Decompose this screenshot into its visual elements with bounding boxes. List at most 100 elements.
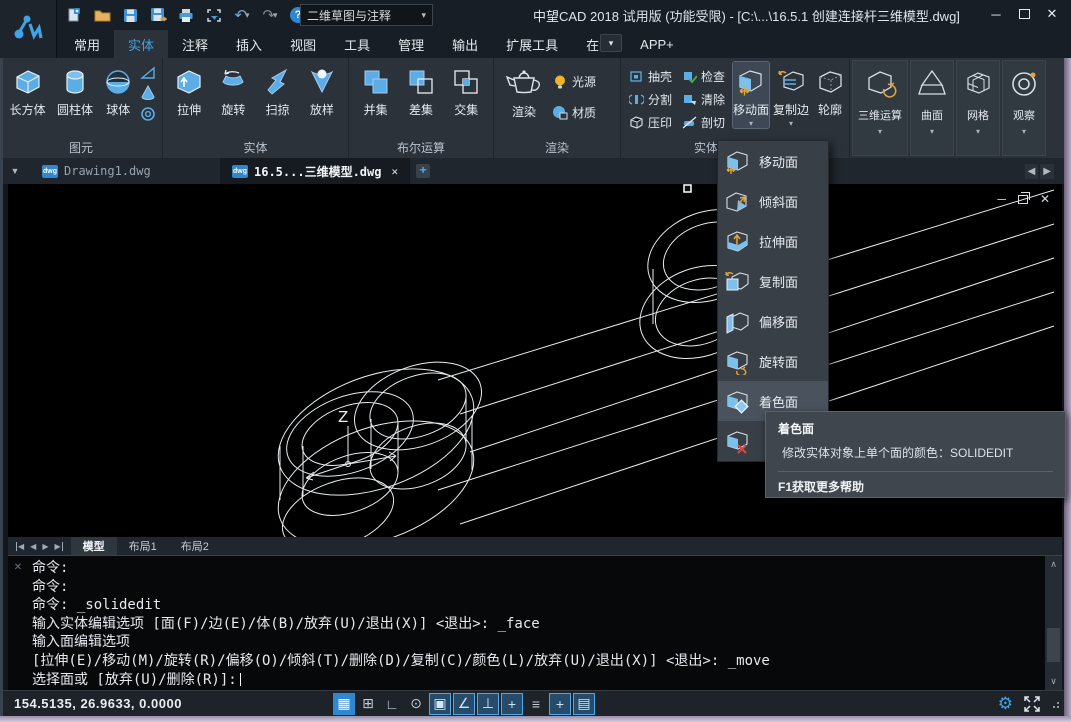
tab-shiti[interactable]: 实体 (114, 30, 168, 58)
settings-button[interactable]: ⚙ (998, 694, 1013, 714)
redo-caret-icon[interactable]: ▾ (273, 10, 278, 21)
torus-icon[interactable] (140, 106, 156, 122)
doc-tab-scroll-left[interactable]: ◀ (1025, 164, 1039, 179)
tab-shuchu[interactable]: 输出 (438, 30, 492, 58)
check-button[interactable]: 检查 (680, 65, 727, 88)
command-scrollbar[interactable]: ∧ ∨ (1045, 556, 1062, 690)
render-button[interactable]: 渲染 (498, 62, 550, 120)
cone-icon[interactable] (140, 85, 156, 101)
dyn-input-toggle[interactable]: + (501, 693, 523, 715)
outline-button[interactable]: 轮廓 (813, 62, 847, 118)
union-button[interactable]: 并集 (355, 62, 397, 118)
shell-button[interactable]: 抽壳 (627, 65, 674, 88)
sphere-button[interactable]: 球体 (99, 62, 138, 118)
undo-button[interactable]: ↶▾ (230, 4, 254, 26)
grid-toggle[interactable]: ▦ (333, 693, 355, 715)
material-button[interactable]: 材质 (550, 101, 598, 124)
observe-button[interactable]: 观察 ▾ (1002, 60, 1046, 156)
ducs-toggle[interactable]: ⊥ (477, 693, 499, 715)
menu-item-extrude-face[interactable]: 拉伸面 (718, 221, 828, 261)
grip-point[interactable] (684, 185, 691, 192)
wedge-icon[interactable] (140, 66, 156, 80)
menu-item-move-face[interactable]: 移动面 (718, 141, 828, 181)
layout-nav-first[interactable]: ◀ (16, 542, 24, 551)
menu-item-offset-face[interactable]: 偏移面 (718, 301, 828, 341)
redo-button[interactable]: ↷▾ (258, 4, 282, 26)
command-prompt[interactable]: 选择面或 [放弃(U)/删除(R)]: (32, 671, 1041, 690)
tab-changyong[interactable]: 常用 (60, 30, 114, 58)
tab-kuozhangongju[interactable]: 扩展工具 (492, 30, 572, 58)
workspace-selector[interactable]: 二维草图与注释 ▾ (300, 4, 433, 26)
open-file-button[interactable] (90, 4, 114, 26)
minimize-button[interactable]: ─ (987, 5, 1005, 23)
3d-operations-caret-icon[interactable]: ▾ (878, 127, 882, 136)
save-button[interactable] (118, 4, 142, 26)
polar-toggle[interactable]: ⊙ (405, 693, 427, 715)
print-button[interactable] (174, 4, 198, 26)
imprint-button[interactable]: 压印 (627, 111, 674, 134)
app-logo[interactable] (0, 0, 57, 58)
fullscreen-button[interactable] (1023, 695, 1041, 713)
otrack-toggle[interactable]: ∠ (453, 693, 475, 715)
sweep-button[interactable]: 扫掠 (256, 62, 300, 118)
cylinder-button[interactable]: 圆柱体 (51, 62, 98, 118)
light-button[interactable]: 光源 (550, 70, 598, 93)
extrude-button[interactable]: 拉伸 (167, 62, 211, 118)
move-face-caret-icon[interactable]: ▾ (749, 119, 753, 128)
doc-close-button[interactable]: ✕ (1040, 192, 1050, 206)
maximize-button[interactable] (1015, 5, 1033, 23)
tab-zhushi[interactable]: 注释 (168, 30, 222, 58)
menu-item-taper-face[interactable]: 倾斜面 (718, 181, 828, 221)
menu-item-copy-face[interactable]: 复制面 (718, 261, 828, 301)
close-button[interactable]: ✕ (1043, 5, 1061, 23)
new-file-button[interactable] (62, 4, 86, 26)
ribbon-collapse-button[interactable]: ▾ (600, 34, 622, 52)
osnap-toggle[interactable]: ▣ (429, 693, 451, 715)
doc-tab-close-icon[interactable]: ✕ (391, 165, 398, 178)
doc-minimize-button[interactable]: ─ (997, 192, 1006, 206)
subtract-button[interactable]: 差集 (400, 62, 442, 118)
undo-caret-icon[interactable]: ▾ (245, 10, 250, 21)
copy-edge-caret-icon[interactable]: ▾ (789, 119, 793, 128)
doc-restore-button[interactable] (1018, 195, 1028, 204)
scroll-up-icon[interactable]: ∧ (1050, 556, 1057, 570)
slice-button[interactable]: 剖切 (680, 111, 727, 134)
layout-nav-prev[interactable]: ◀ (30, 542, 36, 551)
3d-operations-button[interactable]: 三维运算 ▾ (852, 60, 908, 156)
command-close-icon[interactable]: ✕ (14, 562, 22, 573)
new-doc-tab-button[interactable]: + (410, 158, 436, 184)
preview-button[interactable] (202, 4, 226, 26)
resize-grip[interactable] (1051, 700, 1059, 708)
tab-guanli[interactable]: 管理 (384, 30, 438, 58)
tab-model-space[interactable]: 模型 (71, 537, 117, 555)
scrollbar-thumb[interactable] (1047, 628, 1060, 662)
tab-shitu[interactable]: 视图 (276, 30, 330, 58)
doc-tab-menu-button[interactable]: ▼ (0, 158, 30, 184)
scroll-down-icon[interactable]: ∨ (1050, 676, 1057, 690)
tab-app-plus[interactable]: APP+ (626, 30, 688, 58)
revolve-button[interactable]: 旋转 (211, 62, 255, 118)
move-face-button[interactable]: 移动面 ▾ (733, 62, 769, 128)
doc-tab-scroll-right[interactable]: ▶ (1040, 164, 1054, 179)
surface-button[interactable]: 曲面 ▾ (910, 60, 954, 156)
box-button[interactable]: 长方体 (4, 62, 51, 118)
mesh-caret-icon[interactable]: ▾ (976, 127, 980, 136)
ortho-toggle[interactable]: ∟ (381, 693, 403, 715)
clean-button[interactable]: 清除 (680, 88, 727, 111)
doc-tab-model[interactable]: dwg 16.5...三维模型.dwg ✕ (220, 158, 410, 184)
loft-button[interactable]: 放样 (300, 62, 344, 118)
separate-button[interactable]: 分割 (627, 88, 674, 111)
tab-gongju[interactable]: 工具 (330, 30, 384, 58)
viewport-toggle[interactable]: ▤ (573, 693, 595, 715)
save-as-button[interactable] (146, 4, 170, 26)
tab-layout1[interactable]: 布局1 (117, 537, 169, 555)
mesh-button[interactable]: 网格 ▾ (956, 60, 1000, 156)
intersect-button[interactable]: 交集 (445, 62, 487, 118)
tab-layout2[interactable]: 布局2 (169, 537, 221, 555)
copy-edge-button[interactable]: 复制边 ▾ (773, 62, 809, 128)
lineweight-toggle[interactable]: ≡ (525, 693, 547, 715)
layout-nav-last[interactable]: ▶ (54, 542, 62, 551)
command-history[interactable]: 命令: 命令: 命令: _solidedit 输入实体编辑选项 [面(F)/边(… (28, 556, 1045, 690)
observe-caret-icon[interactable]: ▾ (1022, 127, 1026, 136)
snap-toggle[interactable]: ⊞ (357, 693, 379, 715)
